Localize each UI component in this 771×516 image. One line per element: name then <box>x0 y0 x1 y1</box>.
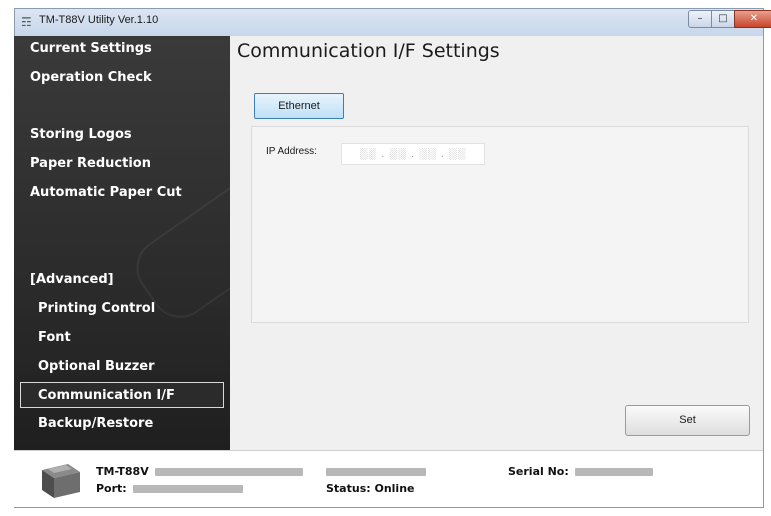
printer-model: TM-T88V <box>96 465 303 478</box>
model-detail-redacted <box>154 468 303 476</box>
printer-info <box>326 465 426 478</box>
window-title: TM-T88V Utility Ver.1.10 <box>39 14 159 26</box>
sidebar-item-font[interactable]: Font <box>38 330 71 345</box>
ip-address-field[interactable]: ░░ . ░░ . ░░ . ░░ <box>341 143 485 165</box>
maximize-button[interactable]: □ <box>711 10 735 28</box>
printer-status: Status: Online <box>326 482 415 495</box>
sidebar-item-operation-check[interactable]: Operation Check <box>30 70 152 85</box>
set-button[interactable]: Set <box>625 405 750 436</box>
receipt-printer-icon <box>42 464 80 498</box>
serial-label: Serial No: <box>508 465 569 478</box>
app-icon: ☶ <box>21 15 32 29</box>
port-label: Port: <box>96 482 127 495</box>
info-redacted <box>326 468 426 476</box>
printer-port: Port: <box>96 482 243 495</box>
sidebar-item-backup-restore[interactable]: Backup/Restore <box>38 416 153 431</box>
tab-ethernet[interactable]: Ethernet <box>254 93 344 119</box>
page-title: Communication I/F Settings <box>237 40 500 62</box>
port-value-redacted <box>132 485 243 493</box>
sidebar-item-paper-reduction[interactable]: Paper Reduction <box>30 156 151 171</box>
serial-value-redacted <box>574 468 653 476</box>
close-button[interactable]: ✕ <box>734 10 771 28</box>
sidebar-item-current-settings[interactable]: Current Settings <box>30 41 152 56</box>
settings-panel <box>251 126 749 323</box>
sidebar-item-automatic-paper-cut[interactable]: Automatic Paper Cut <box>30 185 182 200</box>
model-label: TM-T88V <box>96 465 149 478</box>
sidebar-section-advanced: [Advanced] <box>30 272 114 287</box>
minimize-button[interactable]: – <box>688 10 712 28</box>
serial-number: Serial No: <box>508 465 653 478</box>
ip-address-label: IP Address: <box>266 146 317 157</box>
status-bar <box>14 450 763 507</box>
sidebar-item-printing-control[interactable]: Printing Control <box>38 301 155 316</box>
title-bar: ☶ TM-T88V Utility Ver.1.10 – □ ✕ <box>15 9 771 36</box>
sidebar-item-storing-logos[interactable]: Storing Logos <box>30 127 132 142</box>
sidebar: Current Settings Operation Check Storing… <box>14 36 230 450</box>
sidebar-item-communication-if[interactable]: Communication I/F <box>38 388 175 403</box>
sidebar-item-optional-buzzer[interactable]: Optional Buzzer <box>38 359 155 374</box>
